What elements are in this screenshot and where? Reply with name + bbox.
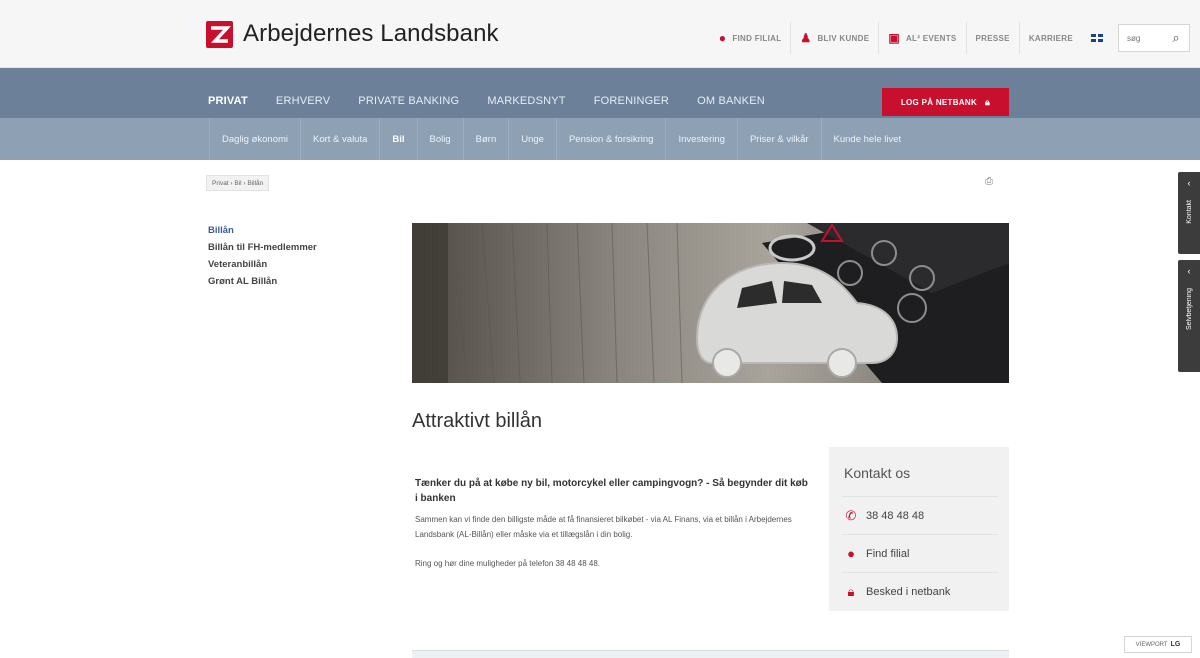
phone-icon: ✆: [845, 507, 857, 523]
contact-netbank-message[interactable]: 🔒︎ Besked i netbank: [842, 572, 998, 610]
article-body: Tænker du på at købe ny bil, motorcykel …: [415, 476, 810, 571]
subnav-item-bolig[interactable]: Bolig: [416, 118, 463, 160]
mainnav-item-private-banking[interactable]: PRIVATE BANKING: [358, 95, 459, 107]
login-netbank-button[interactable]: LOG PÅ NETBANK 🔒︎: [882, 88, 1009, 116]
uk-flag-icon[interactable]: [1091, 34, 1103, 42]
subnav-item-priser-vilkar[interactable]: Priser & vilkår: [736, 118, 821, 160]
site-header: Arbejdernes Landsbank ● FIND FILIAL ♟ BL…: [0, 0, 1200, 68]
events-label: AL² EVENTS: [905, 33, 957, 43]
logo-mark: [206, 20, 233, 48]
events-link[interactable]: ▣ AL² EVENTS: [878, 22, 965, 54]
mainnav-item-om-banken[interactable]: OM BANKEN: [697, 95, 765, 107]
mainnav-item-markedsnyt[interactable]: MARKEDSNYT: [487, 95, 565, 107]
contact-phone-label: 38 48 48 48: [866, 509, 925, 522]
subnav-item-unge[interactable]: Unge: [508, 118, 556, 160]
add-user-icon: ♟: [800, 31, 812, 45]
subnav-item-born[interactable]: Børn: [462, 118, 509, 160]
page-title: Attraktivt billån: [412, 410, 543, 432]
sub-nav: Daglig økonomi Kort & valuta Bil Bolig B…: [0, 118, 1200, 160]
karriere-label: KARRIERE: [1028, 33, 1073, 43]
contact-find-filial-label: Find filial: [866, 547, 910, 560]
lock-icon: 🔒︎: [847, 583, 855, 599]
bliv-kunde-link[interactable]: ♟ BLIV KUNDE: [790, 22, 878, 54]
mainnav-item-privat[interactable]: PRIVAT: [208, 95, 248, 107]
mainnav-item-erhverv[interactable]: ERHVERV: [276, 95, 330, 107]
chevron-left-icon: ‹: [1187, 266, 1191, 276]
login-netbank-label: LOG PÅ NETBANK: [900, 97, 978, 107]
find-filial-link[interactable]: ● FIND FILIAL: [710, 22, 791, 54]
brand-logo[interactable]: Arbejdernes Landsbank: [206, 20, 499, 48]
kontakt-tab-label: Kontakt: [1185, 200, 1193, 224]
lock-icon: 🔒︎: [985, 96, 991, 107]
viewport-size: LG: [1170, 641, 1181, 648]
subnav-item-kunde-hele-livet[interactable]: Kunde hele livet: [820, 118, 914, 160]
calendar-icon: ▣: [888, 31, 900, 45]
print-icon[interactable]: ⎙: [985, 176, 993, 187]
chevron-left-icon: ‹: [1187, 178, 1191, 188]
subnav-item-pension[interactable]: Pension & forsikring: [555, 118, 665, 160]
viewport-badge: VIEWPORT LG: [1124, 636, 1192, 653]
presse-label: PRESSE: [975, 33, 1010, 43]
search-box: ⌕: [1118, 24, 1190, 52]
sidenav-item-fh-medlemmer[interactable]: Billån til FH-medlemmer: [208, 242, 317, 253]
location-pin-icon: ●: [847, 546, 855, 561]
location-pin-icon: ●: [718, 31, 727, 45]
selvbetjening-tab-label: Selvbetjening: [1185, 288, 1193, 331]
mainnav-item-foreninger[interactable]: FORENINGER: [594, 95, 669, 107]
contact-phone[interactable]: ✆ 38 48 48 48: [842, 496, 998, 534]
kontakt-side-tab[interactable]: ‹ Kontakt: [1178, 172, 1200, 254]
article-paragraph-1: Sammen kan vi finde den billigste måde a…: [415, 515, 792, 539]
hero-image: [412, 223, 1009, 383]
subnav-item-kort-valuta[interactable]: Kort & valuta: [300, 118, 379, 160]
selvbetjening-side-tab[interactable]: ‹ Selvbetjening: [1178, 260, 1200, 372]
viewport-label: VIEWPORT: [1135, 641, 1168, 648]
contact-message-label: Besked i netbank: [866, 585, 951, 598]
search-icon[interactable]: ⌕: [1163, 25, 1189, 51]
article-paragraph-2: Ring og hør dine muligheder på telefon 3…: [415, 559, 601, 568]
subnav-item-bil[interactable]: Bil: [379, 118, 416, 160]
bliv-kunde-label: BLIV KUNDE: [817, 33, 870, 43]
contact-title: Kontakt os: [844, 465, 911, 481]
search-input[interactable]: [1119, 33, 1163, 43]
subnav-item-investering[interactable]: Investering: [665, 118, 736, 160]
sidenav-item-veteranbillan[interactable]: Veteranbillån: [208, 259, 317, 270]
presse-link[interactable]: PRESSE: [965, 22, 1019, 54]
brand-name: Arbejdernes Landsbank: [243, 20, 499, 47]
article-lead: Tænker du på at købe ny bil, motorcykel …: [415, 478, 808, 504]
subnav-item-daglig-okonomi[interactable]: Daglig økonomi: [209, 118, 300, 160]
breadcrumb[interactable]: Privat › Bil › Billån: [206, 175, 270, 191]
contact-box: Kontakt os ✆ 38 48 48 48 ● Find filial 🔒…: [829, 447, 1009, 611]
sidenav-item-gront-al-billan[interactable]: Grønt AL Billån: [208, 276, 317, 287]
main-nav: PRIVAT ERHVERV PRIVATE BANKING MARKEDSNY…: [0, 68, 1200, 118]
side-nav: Billån Billån til FH-medlemmer Veteranbi…: [208, 225, 317, 293]
karriere-link[interactable]: KARRIERE: [1018, 22, 1082, 54]
find-filial-label: FIND FILIAL: [732, 33, 782, 43]
utility-nav: ● FIND FILIAL ♟ BLIV KUNDE ▣ AL² EVENTS …: [710, 22, 1190, 54]
contact-find-filial[interactable]: ● Find filial: [842, 534, 998, 572]
sidenav-item-billan[interactable]: Billån: [208, 225, 317, 236]
